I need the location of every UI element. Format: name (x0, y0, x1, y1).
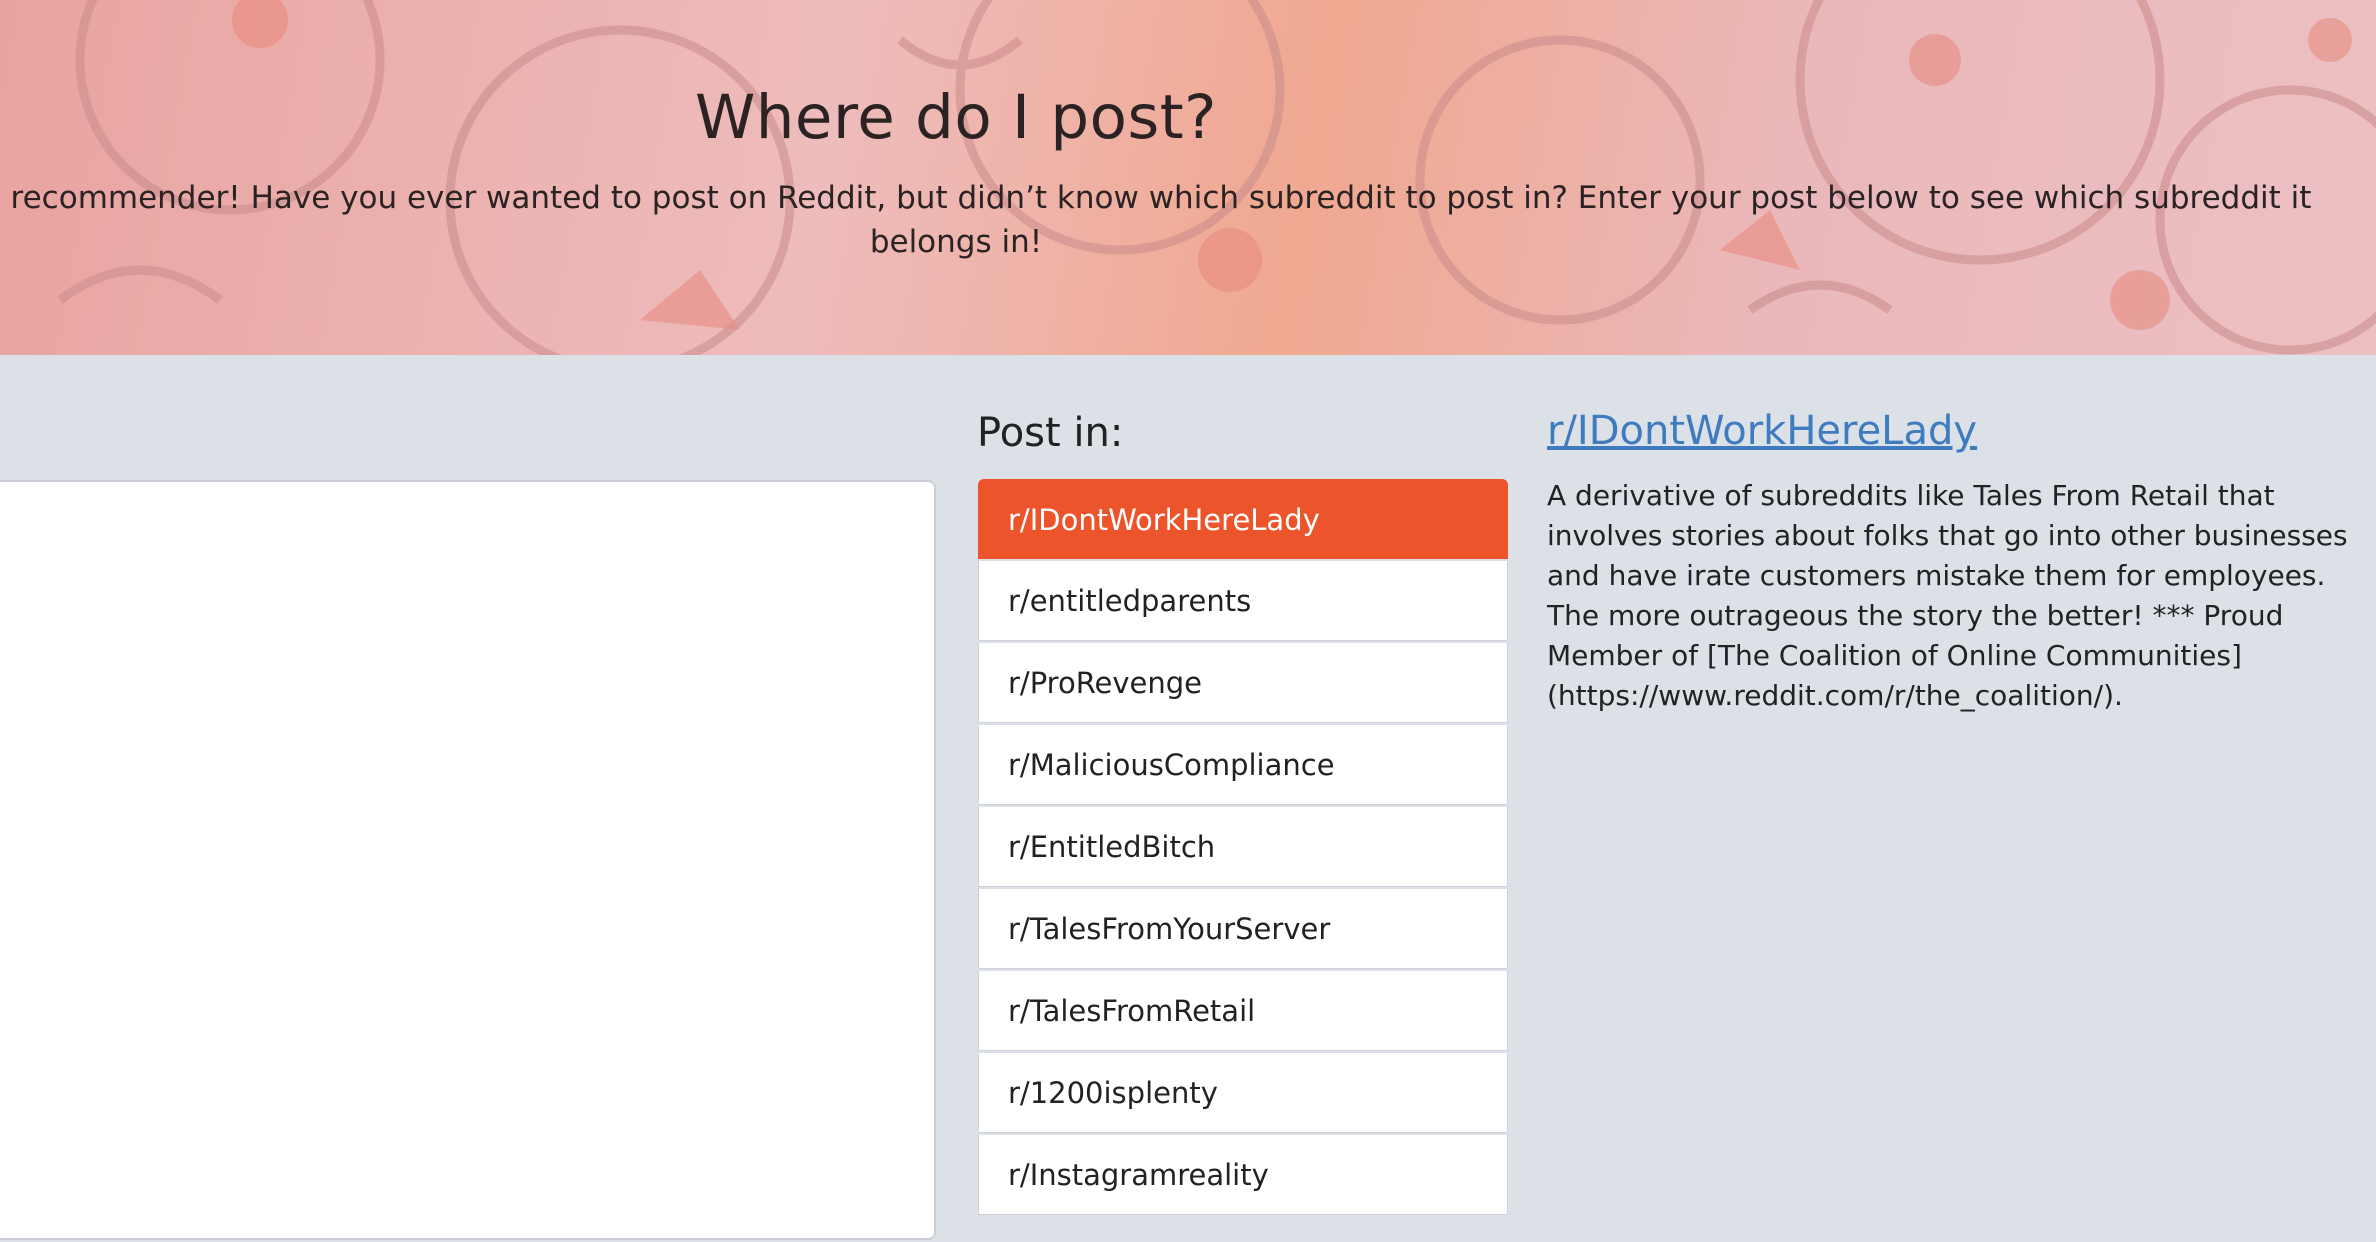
page-title: Where do I post? (694, 82, 1218, 153)
subreddit-item[interactable]: r/EntitledBitch (978, 807, 1508, 887)
post-input-container (0, 480, 936, 1240)
subreddit-detail-link[interactable]: r/IDontWorkHereLady (1547, 408, 1977, 454)
subreddit-results-list: r/IDontWorkHereLady r/entitledparents r/… (978, 479, 1508, 1217)
subreddit-item[interactable]: r/MaliciousCompliance (978, 725, 1508, 805)
post-input[interactable] (0, 482, 934, 1238)
subreddit-description: A derivative of subreddits like Tales Fr… (1547, 479, 2348, 712)
subreddit-item[interactable]: r/1200isplenty (978, 1053, 1508, 1133)
subreddit-item[interactable]: r/entitledparents (978, 561, 1508, 641)
header-banner: Where do I post? Welcome to the subreddi… (0, 0, 2376, 355)
subreddit-item[interactable]: r/TalesFromYourServer (978, 889, 1508, 969)
subreddit-item[interactable]: r/TalesFromRetail (978, 971, 1508, 1051)
subreddit-item[interactable]: r/ProRevenge (978, 643, 1508, 723)
page-subtitle: Welcome to the subreddit recommender! Ha… (0, 180, 2312, 260)
subreddit-item[interactable]: r/IDontWorkHereLady (978, 479, 1508, 559)
subreddit-item[interactable]: r/Instagramreality (978, 1135, 1508, 1215)
results-label: Post in: (977, 410, 1124, 456)
